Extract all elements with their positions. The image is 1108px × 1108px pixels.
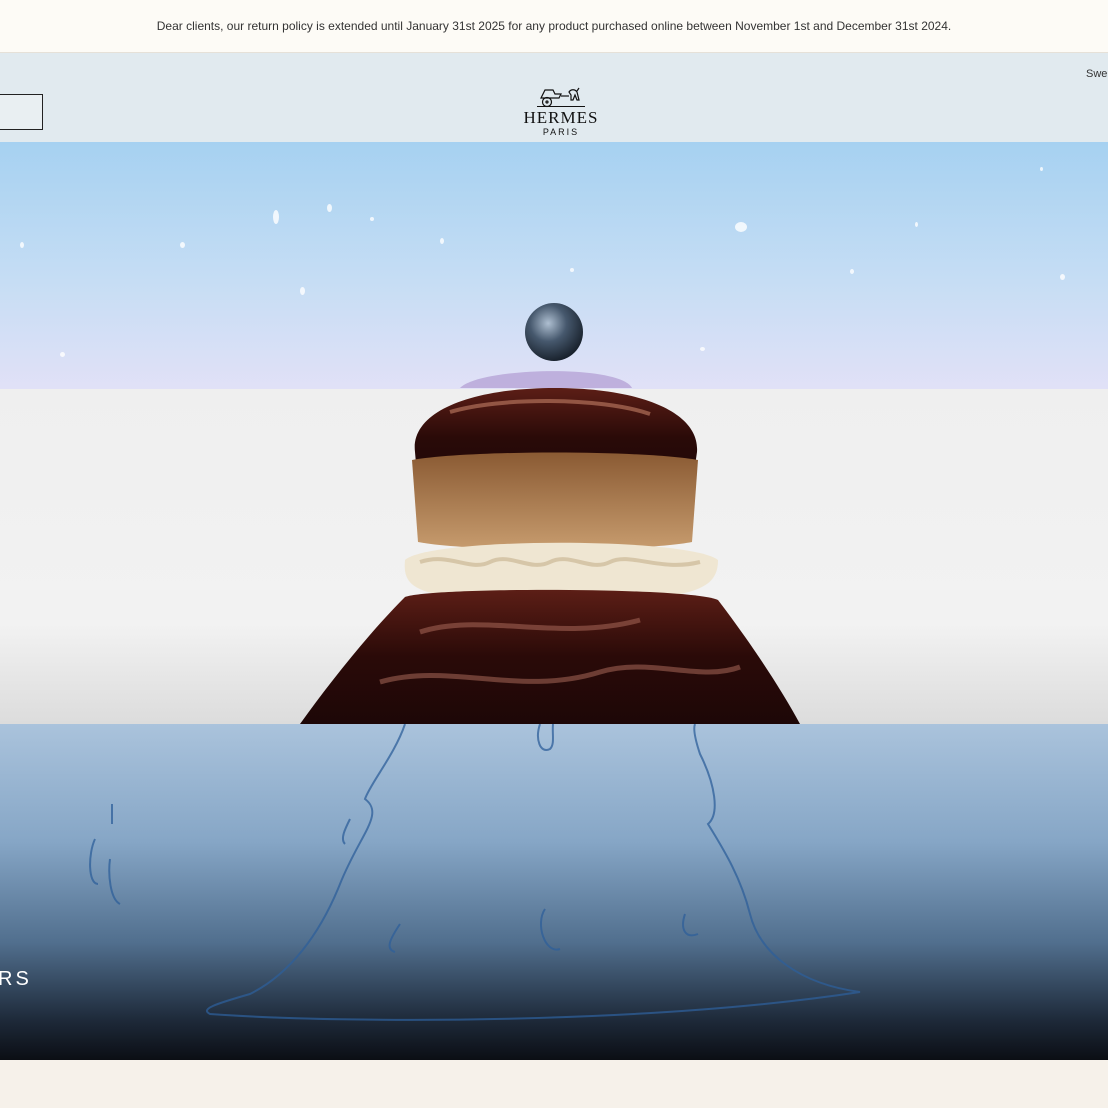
country-selector[interactable]: Swe bbox=[1086, 68, 1107, 80]
search-input[interactable] bbox=[0, 94, 43, 130]
pastry-image bbox=[300, 303, 800, 724]
logo-city-text: PARIS bbox=[542, 127, 580, 137]
hermes-logo[interactable]: HERMES PARIS bbox=[515, 86, 607, 137]
hero-caption: RS bbox=[0, 968, 32, 990]
logo-brand-text: HERMES bbox=[523, 108, 599, 127]
carriage-logo-icon bbox=[537, 87, 585, 108]
announcement-text: Dear clients, our return policy is exten… bbox=[156, 19, 952, 33]
announcement-banner: Dear clients, our return policy is exten… bbox=[0, 0, 1108, 53]
site-header: HERMES PARIS Swe bbox=[0, 53, 1108, 142]
hero-banner[interactable]: RS bbox=[0, 142, 1108, 1060]
